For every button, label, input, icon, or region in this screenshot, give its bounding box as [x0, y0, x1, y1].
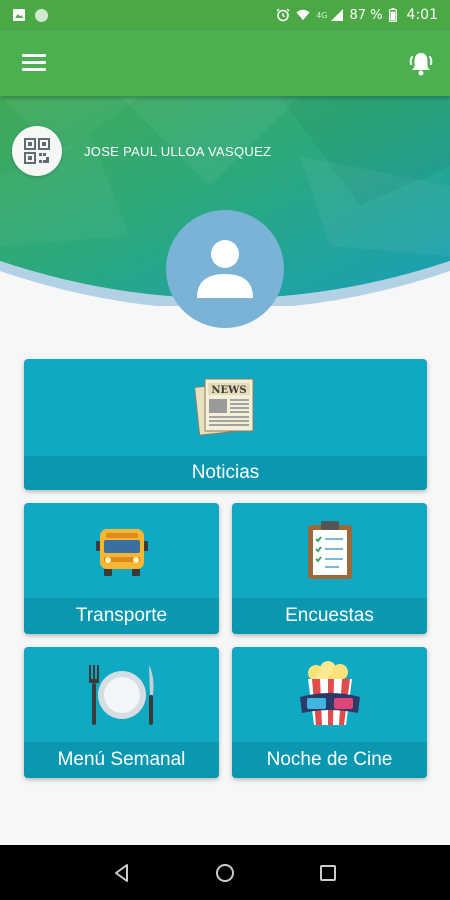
menu-semanal-card[interactable]: Menú Semanal	[24, 647, 219, 778]
status-left	[12, 8, 48, 22]
plate-cutlery-icon	[88, 665, 153, 725]
noche-de-cine-art	[232, 661, 427, 727]
signal-icon	[330, 9, 343, 21]
encuestas-card[interactable]: Encuestas	[232, 503, 427, 634]
popcorn-3d-glasses-icon	[299, 661, 360, 725]
battery-icon	[388, 8, 397, 22]
encuestas-art	[232, 519, 427, 581]
clipboard-checklist-icon	[307, 521, 352, 579]
hamburger-menu-icon[interactable]	[22, 54, 46, 72]
noche-de-cine-label: Noche de Cine	[232, 742, 427, 778]
noticias-art: NEWS	[24, 375, 427, 437]
home-circle-icon	[215, 863, 234, 882]
system-navigation-bar	[0, 845, 450, 900]
profile-avatar[interactable]	[166, 210, 284, 328]
status-right: 4G 87 % 4:01	[276, 7, 438, 23]
notification-dot-icon	[35, 8, 48, 22]
clock: 4:01	[406, 7, 438, 23]
qr-code-icon	[24, 138, 50, 164]
app-toolbar	[0, 30, 450, 96]
transporte-art	[24, 527, 219, 577]
encuestas-label: Encuestas	[232, 598, 427, 634]
back-triangle-icon	[114, 863, 128, 882]
menu-semanal-art	[24, 663, 219, 727]
alarm-icon	[276, 8, 290, 22]
bus-icon	[95, 529, 148, 576]
battery-percentage: 87 %	[349, 7, 383, 23]
qr-code-button[interactable]	[12, 126, 62, 176]
wifi-icon	[296, 9, 310, 21]
recents-square-icon	[320, 864, 337, 881]
newspaper-icon: NEWS	[194, 378, 253, 436]
transporte-label: Transporte	[24, 598, 219, 634]
menu-semanal-label: Menú Semanal	[24, 742, 219, 778]
image-notification-icon	[13, 9, 25, 21]
notification-bell-icon[interactable]	[406, 49, 436, 79]
status-bar: 4G 87 % 4:01	[0, 0, 450, 30]
noche-de-cine-card[interactable]: Noche de Cine	[232, 647, 427, 778]
noticias-label: Noticias	[24, 456, 427, 490]
transporte-card[interactable]: Transporte	[24, 503, 219, 634]
back-button[interactable]	[107, 858, 137, 888]
user-name: JOSE PAUL ULLOA VASQUEZ	[84, 144, 272, 159]
noticias-card[interactable]: NEWS Noticias	[24, 359, 427, 490]
network-type: 4G	[316, 10, 328, 20]
home-button[interactable]	[210, 858, 240, 888]
news-badge-text: NEWS	[211, 385, 246, 396]
recents-button[interactable]	[313, 858, 343, 888]
user-silhouette-icon	[197, 240, 253, 298]
